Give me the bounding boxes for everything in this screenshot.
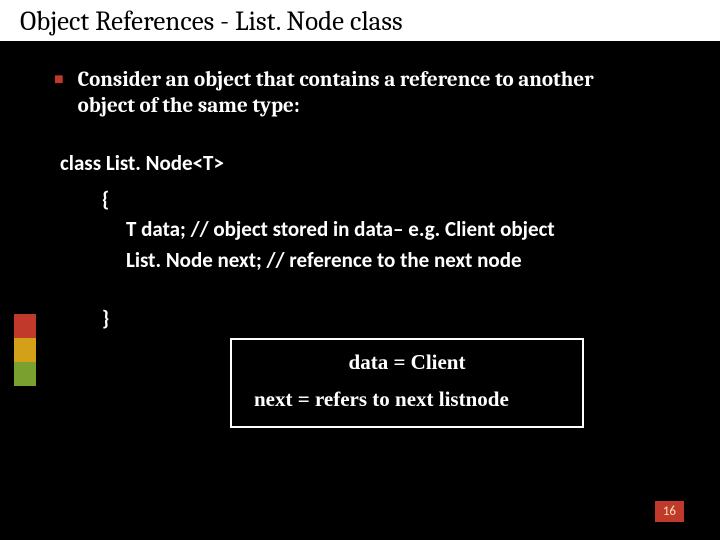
box-row: data = Client (246, 350, 568, 375)
code-brace-close: } (102, 303, 680, 333)
slide-body: ■ Consider an object that contains a ref… (0, 43, 720, 334)
text-frag: object of the same type: (78, 94, 300, 118)
page-number: 16 (655, 501, 684, 522)
code-brace-open: { (102, 184, 680, 214)
text-frag: reference to another (400, 68, 594, 92)
code-block: class List. Node<T> { T data; // object … (60, 148, 680, 334)
code-line: T data; // object stored in data– e.g. C… (126, 214, 680, 244)
text-frag: that contains a (256, 68, 400, 92)
slide-title: Object References - List. Node class (0, 0, 720, 43)
box-row: next = refers to next listnode (246, 387, 568, 412)
bullet-item: ■ Consider an object that contains a ref… (54, 67, 680, 120)
code-line: List. Node next; // reference to the nex… (126, 245, 680, 275)
code-class-decl: class List. Node<T> (60, 148, 680, 178)
bullet-text: Consider an object that contains a refer… (78, 67, 594, 120)
bullet-icon: ■ (54, 67, 64, 120)
text-frag: object (194, 68, 256, 92)
text-frag: Consider an (78, 68, 194, 92)
info-box: data = Client next = refers to next list… (230, 338, 584, 428)
